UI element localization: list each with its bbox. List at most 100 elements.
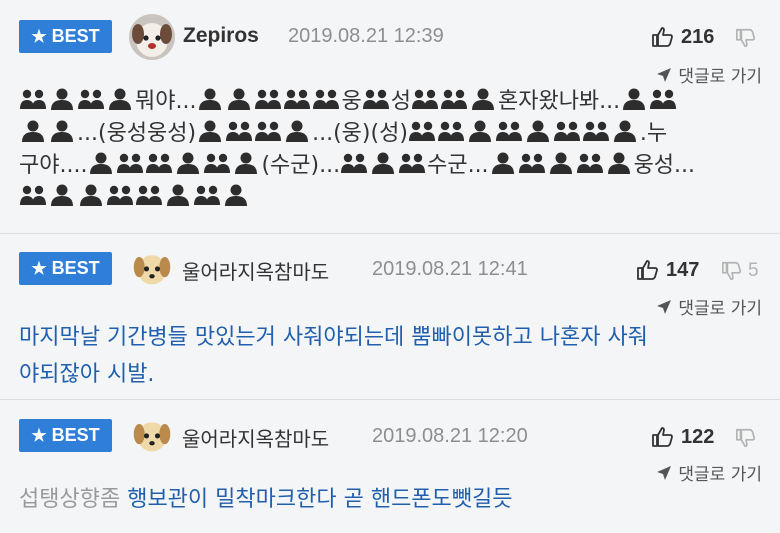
like-count: 147 [666, 258, 700, 281]
thumbs-down-icon [735, 27, 757, 49]
like-button[interactable]: 147 [636, 258, 699, 282]
like-button[interactable]: 216 [651, 25, 714, 49]
people-icon [440, 87, 468, 111]
nickname[interactable]: 울어라지옥참마도 [182, 423, 329, 452]
comment-date: 2019.08.21 12:39 [288, 25, 444, 47]
avatar[interactable] [131, 414, 173, 456]
comment-body: 마지막날 기간병들 맛있는거 사줘야되는데 뿜빠이못하고 나혼자 사줘 야되잖아… [19, 319, 758, 393]
people-icon [254, 119, 282, 143]
reply-link[interactable]: 댓글로 가기 [656, 294, 762, 319]
comment-item: ★ BEST 울어라지옥참마도 2019.08.21 12:20 122 댓글로… [0, 400, 780, 533]
person-icon [48, 183, 76, 207]
people-icon [254, 87, 282, 111]
person-icon [605, 151, 633, 175]
comment-text: 웅 [341, 89, 362, 114]
people-icon [411, 87, 439, 111]
best-badge: ★ BEST [19, 20, 112, 53]
people-icon [145, 151, 173, 175]
comment-text: 수군... [427, 153, 489, 178]
person-icon [369, 151, 397, 175]
people-icon [582, 119, 610, 143]
dislike-button[interactable] [735, 427, 757, 449]
person-icon [196, 87, 224, 111]
reply-link[interactable]: 댓글로 가기 [656, 460, 762, 485]
person-icon [469, 87, 497, 111]
dislike-button[interactable] [735, 27, 757, 49]
people-icon [437, 119, 465, 143]
comment-text: 마지막날 기간병들 맛있는거 사줘야되는데 뿜빠이못하고 나혼자 사줘 [19, 325, 648, 350]
comment-text: 성 [390, 89, 411, 114]
people-icon [408, 119, 436, 143]
avatar[interactable] [131, 247, 173, 289]
person-icon [547, 151, 575, 175]
people-icon [398, 151, 426, 175]
thumbs-up-icon [636, 258, 660, 282]
person-icon [466, 119, 494, 143]
person-icon [611, 119, 639, 143]
people-icon [106, 183, 134, 207]
like-count: 216 [681, 25, 715, 48]
like-count: 122 [681, 425, 715, 448]
avatar[interactable] [129, 14, 175, 60]
comment-text: 구야.... [19, 153, 88, 178]
person-icon [87, 151, 115, 175]
person-icon [225, 87, 253, 111]
reply-arrow-icon [656, 67, 672, 83]
star-icon: ★ [31, 26, 47, 46]
person-icon [106, 87, 134, 111]
thumbs-down-icon [735, 427, 757, 449]
comment-text: 혼자왔나봐... [497, 89, 621, 114]
best-badge: ★ BEST [19, 419, 112, 452]
person-icon [19, 119, 47, 143]
nickname[interactable]: Zepiros [183, 24, 259, 48]
thumbs-down-icon [721, 260, 743, 282]
dislike-button[interactable]: 5 [721, 260, 759, 282]
comment-date: 2019.08.21 12:20 [372, 425, 528, 447]
comment-body: 뭐야... 웅 성 혼자왔나봐... ...(웅성웅성) ...(웅)(성) .누 구야.… [19, 86, 758, 214]
comment-text: 행보관이 밀착마크한다 곧 핸드폰도뺏길듯 [127, 487, 513, 512]
person-icon [524, 119, 552, 143]
people-icon [553, 119, 581, 143]
comment-text: ...(웅성웅성) [77, 121, 197, 146]
nickname[interactable]: 울어라지옥참마도 [182, 256, 329, 285]
reply-link[interactable]: 댓글로 가기 [656, 62, 762, 87]
people-icon [203, 151, 231, 175]
people-icon [19, 183, 47, 207]
comment-text: (수군)... [261, 153, 341, 178]
people-icon [116, 151, 144, 175]
person-icon [283, 119, 311, 143]
comment-text: .누 [639, 121, 668, 146]
comment-text: ...(웅)(성) [312, 121, 408, 146]
comment-item: ★ BEST 울어라지옥참마도 2019.08.21 12:41 147 5 댓… [0, 234, 780, 400]
people-icon [495, 119, 523, 143]
person-icon [196, 119, 224, 143]
people-icon [225, 119, 253, 143]
best-badge: ★ BEST [19, 252, 112, 285]
comment-body: 섭탱상향좀 행보관이 밀착마크한다 곧 핸드폰도뺏길듯 [19, 484, 758, 516]
people-icon [312, 87, 340, 111]
people-icon [19, 87, 47, 111]
star-icon: ★ [31, 258, 47, 278]
people-icon [576, 151, 604, 175]
comment-text: 야되잖아 시발. [19, 362, 155, 387]
thumbs-up-icon [651, 25, 675, 49]
person-icon [77, 183, 105, 207]
comment-text: 뭐야... [135, 89, 197, 114]
person-icon [620, 87, 648, 111]
people-icon [362, 87, 390, 111]
thumbs-up-icon [651, 425, 675, 449]
reply-arrow-icon [656, 299, 672, 315]
like-button[interactable]: 122 [651, 425, 714, 449]
reply-arrow-icon [656, 465, 672, 481]
person-icon [222, 183, 250, 207]
person-icon [164, 183, 192, 207]
comment-text: 웅성... [633, 153, 696, 178]
comment-date: 2019.08.21 12:41 [372, 258, 528, 280]
people-icon [518, 151, 546, 175]
filtered-text: 섭탱상향좀 [19, 487, 121, 512]
dislike-count: 5 [748, 260, 759, 281]
person-icon [232, 151, 260, 175]
people-icon [340, 151, 368, 175]
person-icon [48, 119, 76, 143]
people-icon [193, 183, 221, 207]
